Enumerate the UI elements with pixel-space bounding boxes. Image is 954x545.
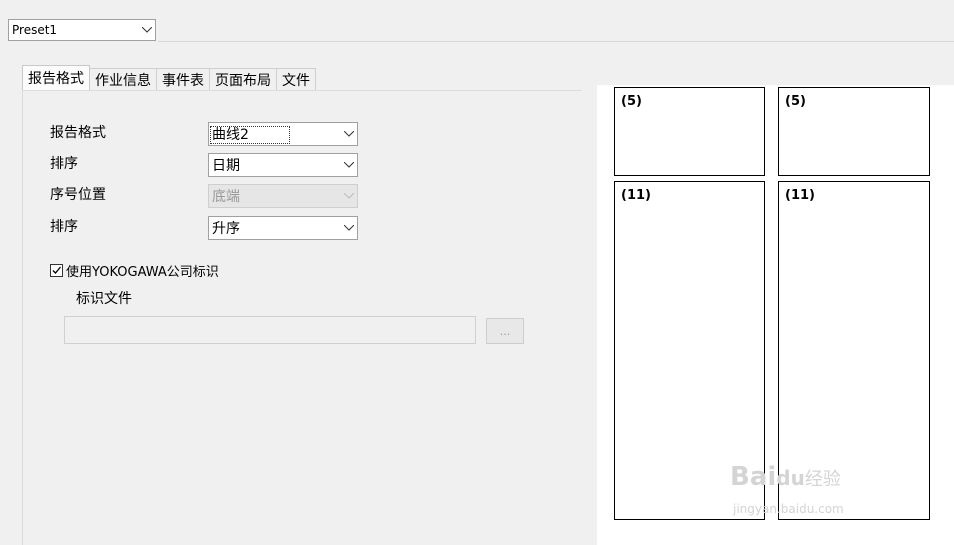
sort2-value: 升序 <box>212 221 240 237</box>
use-logo-label: 使用YOKOGAWA公司标识 <box>66 265 219 280</box>
preset-select[interactable]: Preset1 <box>8 19 156 41</box>
preview-cell-label: (5) <box>785 94 806 109</box>
preset-value: Preset1 <box>12 23 58 37</box>
logo-file-input <box>64 316 476 344</box>
watermark-logo: Baidu经验 <box>730 462 841 492</box>
seq-position-value: 底端 <box>212 189 240 205</box>
use-logo-checkbox-row[interactable]: 使用YOKOGAWA公司标识 <box>50 261 219 280</box>
chevron-down-icon <box>341 157 357 173</box>
chevron-down-icon <box>139 22 155 38</box>
chevron-down-icon <box>341 220 357 236</box>
report-format-value: 曲线2 <box>209 124 341 144</box>
chevron-down-icon <box>341 126 357 142</box>
check-icon <box>52 266 61 274</box>
tab-file[interactable]: 文件 <box>276 68 316 90</box>
tab-label: 事件表 <box>162 72 204 89</box>
tab-report-format[interactable]: 报告格式 <box>22 65 90 90</box>
seq-position-label: 序号位置 <box>50 187 106 203</box>
sort2-select[interactable]: 升序 <box>208 216 358 240</box>
browse-label: ... <box>499 324 511 338</box>
use-logo-checkbox[interactable] <box>50 264 63 277</box>
sort2-label: 排序 <box>50 219 78 235</box>
tab-page-layout[interactable]: 页面布局 <box>209 68 277 90</box>
preview-cell-label: (5) <box>621 94 642 109</box>
sort1-value: 日期 <box>212 158 240 174</box>
tab-job-info[interactable]: 作业信息 <box>89 68 157 90</box>
logo-file-label: 标识文件 <box>76 291 132 307</box>
tab-label: 页面布局 <box>215 72 271 89</box>
tab-label: 作业信息 <box>95 72 151 89</box>
preview-cell-label: (11) <box>621 188 651 203</box>
tab-label: 文件 <box>282 72 310 89</box>
browse-button: ... <box>486 318 524 344</box>
preview-cell: (5) <box>614 87 765 176</box>
preview-cell-label: (11) <box>785 188 815 203</box>
report-format-label: 报告格式 <box>50 125 106 141</box>
sort1-select[interactable]: 日期 <box>208 153 358 177</box>
tab-label: 报告格式 <box>28 71 84 87</box>
report-format-select[interactable]: 曲线2 <box>208 122 358 146</box>
tab-event-table[interactable]: 事件表 <box>156 68 210 90</box>
chevron-down-icon <box>341 188 357 204</box>
watermark-url: jingyan.baidu.com <box>733 502 844 516</box>
preview-cell: (5) <box>778 87 930 176</box>
sort1-label: 排序 <box>50 156 78 172</box>
divider <box>158 41 954 42</box>
seq-position-select: 底端 <box>208 184 358 208</box>
tab-bar: 报告格式 作业信息 事件表 页面布局 文件 <box>22 65 316 90</box>
